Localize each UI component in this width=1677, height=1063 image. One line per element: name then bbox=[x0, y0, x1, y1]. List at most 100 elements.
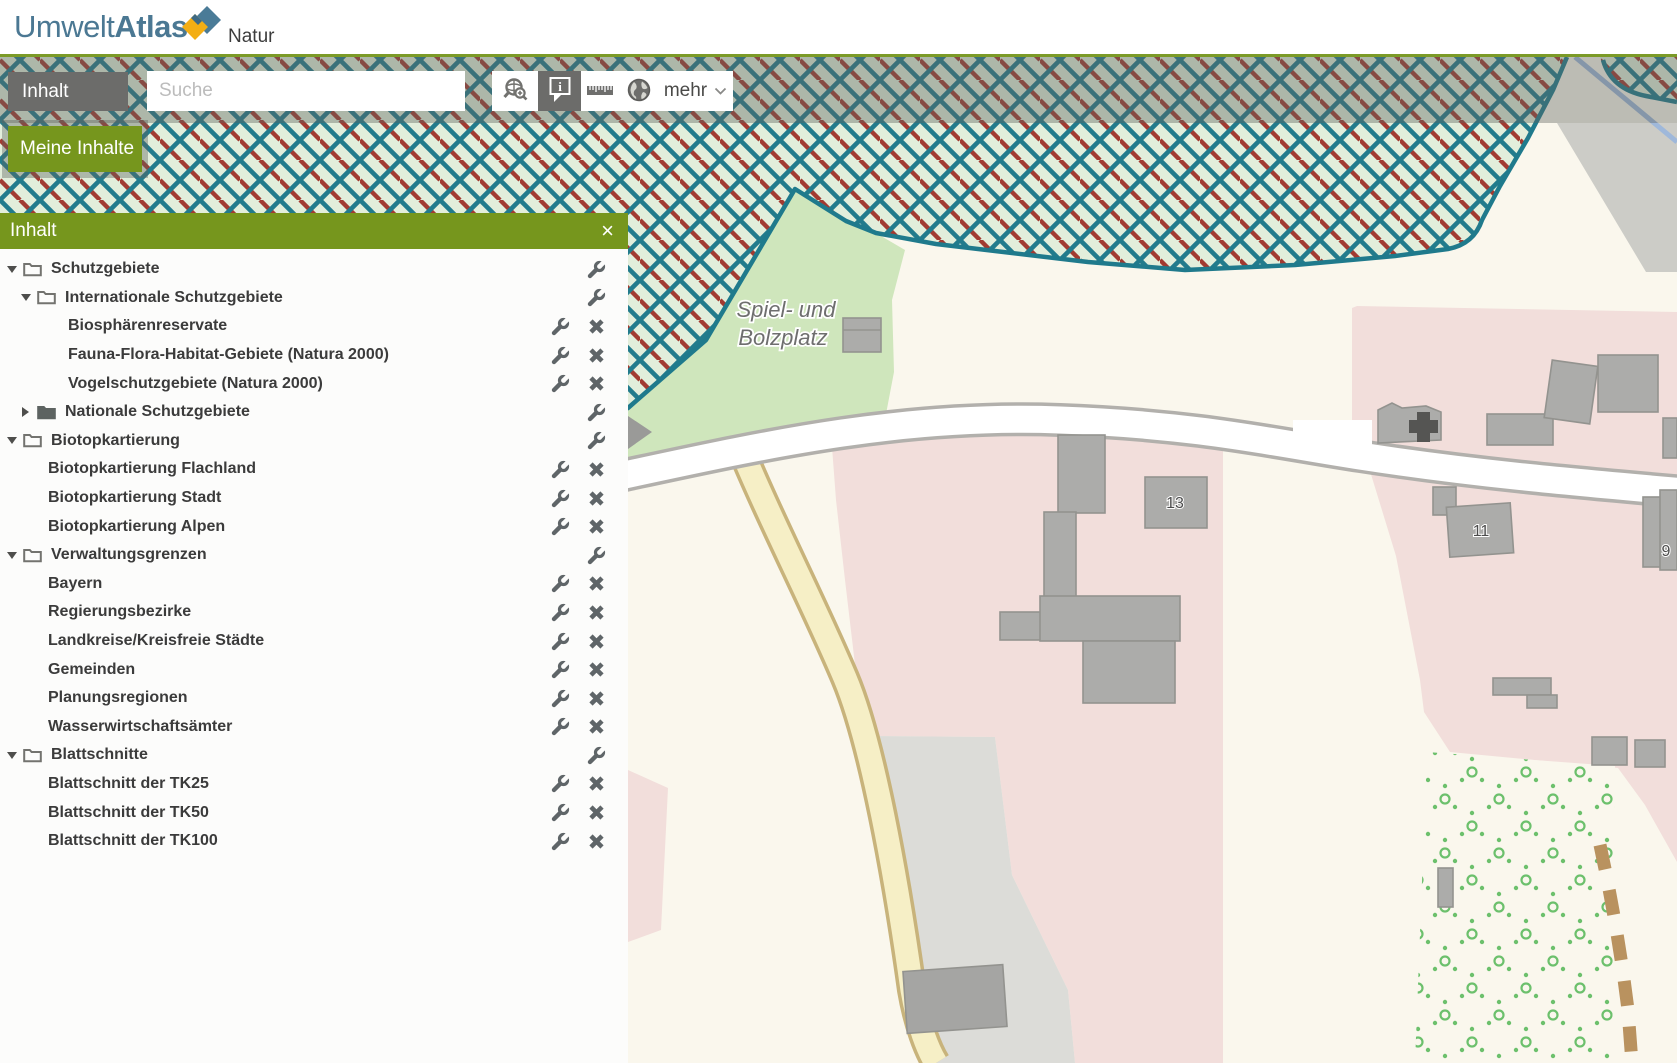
folder-closed-icon bbox=[37, 405, 57, 420]
layer-remove-icon[interactable] bbox=[586, 660, 606, 680]
my-contents-button[interactable]: Meine Inhalte bbox=[8, 126, 142, 172]
tree-row: Biotopkartierung Alpen bbox=[0, 512, 676, 541]
house-number-13: 13 bbox=[1166, 495, 1184, 512]
layer-label[interactable]: Fauna-Flora-Habitat-Gebiete (Natura 2000… bbox=[68, 346, 389, 364]
layer-label[interactable]: Biotopkartierung Flachland bbox=[48, 460, 256, 478]
collapse-arrow-icon[interactable] bbox=[5, 437, 18, 444]
layer-remove-icon[interactable] bbox=[586, 574, 606, 594]
tree-row: Landkreise/Kreisfreie Städte bbox=[0, 627, 676, 656]
layer-label[interactable]: Biotopkartierung Stadt bbox=[48, 489, 221, 507]
folder-open-icon bbox=[23, 548, 43, 563]
layer-settings-wrench-icon[interactable] bbox=[550, 831, 570, 851]
tree-row: Regierungsbezirke bbox=[0, 598, 676, 627]
search-input[interactable] bbox=[147, 71, 465, 111]
layer-remove-icon[interactable] bbox=[586, 459, 606, 479]
tree-row: Gemeinden bbox=[0, 655, 676, 684]
layer-settings-wrench-icon[interactable] bbox=[586, 402, 606, 422]
layer-label[interactable]: Landkreise/Kreisfreie Städte bbox=[48, 632, 264, 650]
tree-row: Internationale Schutzgebiete bbox=[0, 284, 647, 313]
house-number-11: 11 bbox=[1473, 523, 1490, 540]
folder-open-icon bbox=[23, 748, 43, 763]
layer-settings-wrench-icon[interactable] bbox=[586, 545, 606, 565]
layer-label[interactable]: Verwaltungsgrenzen bbox=[51, 546, 207, 564]
more-tools-button[interactable]: mehr bbox=[658, 71, 733, 111]
layer-settings-wrench-icon[interactable] bbox=[550, 374, 570, 394]
tree-row: Biosphärenreservate bbox=[0, 312, 696, 341]
layer-remove-icon[interactable] bbox=[586, 803, 606, 823]
collapse-arrow-icon[interactable] bbox=[19, 294, 32, 301]
tree-row: Verwaltungsgrenzen bbox=[0, 541, 633, 570]
layer-settings-wrench-icon[interactable] bbox=[550, 459, 570, 479]
layer-settings-wrench-icon[interactable] bbox=[550, 345, 570, 365]
layer-settings-wrench-icon[interactable] bbox=[550, 717, 570, 737]
expand-arrow-icon[interactable] bbox=[19, 407, 32, 417]
layer-label[interactable]: Biotopkartierung Alpen bbox=[48, 518, 225, 536]
collapse-arrow-icon[interactable] bbox=[5, 752, 18, 759]
layer-settings-wrench-icon[interactable] bbox=[550, 574, 570, 594]
layer-remove-icon[interactable] bbox=[586, 316, 606, 336]
layer-label[interactable]: Blattschnitt der TK50 bbox=[48, 804, 209, 822]
tree-row: Planungsregionen bbox=[0, 684, 676, 713]
app-window: Spiel- und Bolzplatz 13 11 9 UmweltAtlas… bbox=[0, 0, 1677, 1063]
basemap-tool-button[interactable] bbox=[619, 71, 658, 111]
brand-diamonds-icon bbox=[182, 4, 222, 47]
layer-remove-icon[interactable] bbox=[586, 688, 606, 708]
layer-settings-wrench-icon[interactable] bbox=[586, 288, 606, 308]
collapse-arrow-icon[interactable] bbox=[5, 552, 18, 559]
layer-label[interactable]: Regierungsbezirke bbox=[48, 603, 191, 621]
layer-settings-wrench-icon[interactable] bbox=[550, 631, 570, 651]
layer-remove-icon[interactable] bbox=[586, 374, 606, 394]
layer-label[interactable]: Bayern bbox=[48, 575, 102, 593]
layer-remove-icon[interactable] bbox=[586, 774, 606, 794]
info-bubble-icon: i bbox=[546, 75, 574, 108]
measure-tool-button[interactable] bbox=[581, 71, 619, 111]
layer-settings-wrench-icon[interactable] bbox=[550, 803, 570, 823]
layer-label[interactable]: Vogelschutzgebiete (Natura 2000) bbox=[68, 375, 323, 393]
close-icon[interactable]: × bbox=[587, 220, 628, 242]
layer-label[interactable]: Blattschnitt der TK100 bbox=[48, 832, 218, 850]
layer-settings-wrench-icon[interactable] bbox=[586, 745, 606, 765]
layer-remove-icon[interactable] bbox=[586, 345, 606, 365]
layer-label[interactable]: Nationale Schutzgebiete bbox=[65, 403, 250, 421]
layer-settings-wrench-icon[interactable] bbox=[550, 488, 570, 508]
layer-settings-wrench-icon[interactable] bbox=[550, 660, 570, 680]
content-panel: Inhalt × Schutzgebiete Internationale Sch… bbox=[0, 213, 628, 1063]
layer-remove-icon[interactable] bbox=[586, 517, 606, 537]
brand-second: Atlas bbox=[114, 9, 187, 44]
layer-label[interactable]: Blattschnitt der TK25 bbox=[48, 775, 209, 793]
layer-settings-wrench-icon[interactable] bbox=[550, 774, 570, 794]
layer-label[interactable]: Schutzgebiete bbox=[51, 260, 159, 278]
inhalt-toggle-button[interactable]: Inhalt bbox=[8, 72, 128, 111]
tree-row: Blattschnitt der TK100 bbox=[0, 827, 676, 856]
layer-label[interactable]: Planungsregionen bbox=[48, 689, 188, 707]
folder-open-icon bbox=[37, 290, 57, 305]
content-panel-header: Inhalt × bbox=[0, 213, 628, 249]
layer-settings-wrench-icon[interactable] bbox=[586, 431, 606, 451]
collapse-arrow-icon[interactable] bbox=[5, 266, 18, 273]
more-tools-label: mehr bbox=[664, 80, 707, 102]
layer-remove-icon[interactable] bbox=[586, 488, 606, 508]
layer-remove-icon[interactable] bbox=[586, 631, 606, 651]
tree-row: Blattschnitt der TK50 bbox=[0, 798, 676, 827]
layer-label[interactable]: Internationale Schutzgebiete bbox=[65, 289, 283, 307]
layer-settings-wrench-icon[interactable] bbox=[586, 259, 606, 279]
tree-row: Biotopkartierung Stadt bbox=[0, 484, 676, 513]
tree-row: Fauna-Flora-Habitat-Gebiete (Natura 2000… bbox=[0, 341, 696, 370]
search-map-button[interactable] bbox=[492, 71, 538, 111]
layer-remove-icon[interactable] bbox=[586, 602, 606, 622]
layer-remove-icon[interactable] bbox=[586, 717, 606, 737]
layer-settings-wrench-icon[interactable] bbox=[550, 316, 570, 336]
layer-settings-wrench-icon[interactable] bbox=[550, 688, 570, 708]
folder-open-icon bbox=[23, 433, 43, 448]
layer-label[interactable]: Gemeinden bbox=[48, 661, 135, 679]
layer-settings-wrench-icon[interactable] bbox=[550, 602, 570, 622]
layer-label[interactable]: Biotopkartierung bbox=[51, 432, 180, 450]
tree-row: Blattschnitte bbox=[0, 741, 633, 770]
playground-label-line2: Bolzplatz bbox=[738, 325, 827, 350]
layer-label[interactable]: Blattschnitte bbox=[51, 746, 148, 764]
layer-settings-wrench-icon[interactable] bbox=[550, 517, 570, 537]
layer-label[interactable]: Wasserwirtschaftsämter bbox=[48, 718, 232, 736]
info-tool-button[interactable]: i bbox=[538, 71, 581, 111]
layer-remove-icon[interactable] bbox=[586, 831, 606, 851]
layer-label[interactable]: Biosphärenreservate bbox=[68, 317, 227, 335]
